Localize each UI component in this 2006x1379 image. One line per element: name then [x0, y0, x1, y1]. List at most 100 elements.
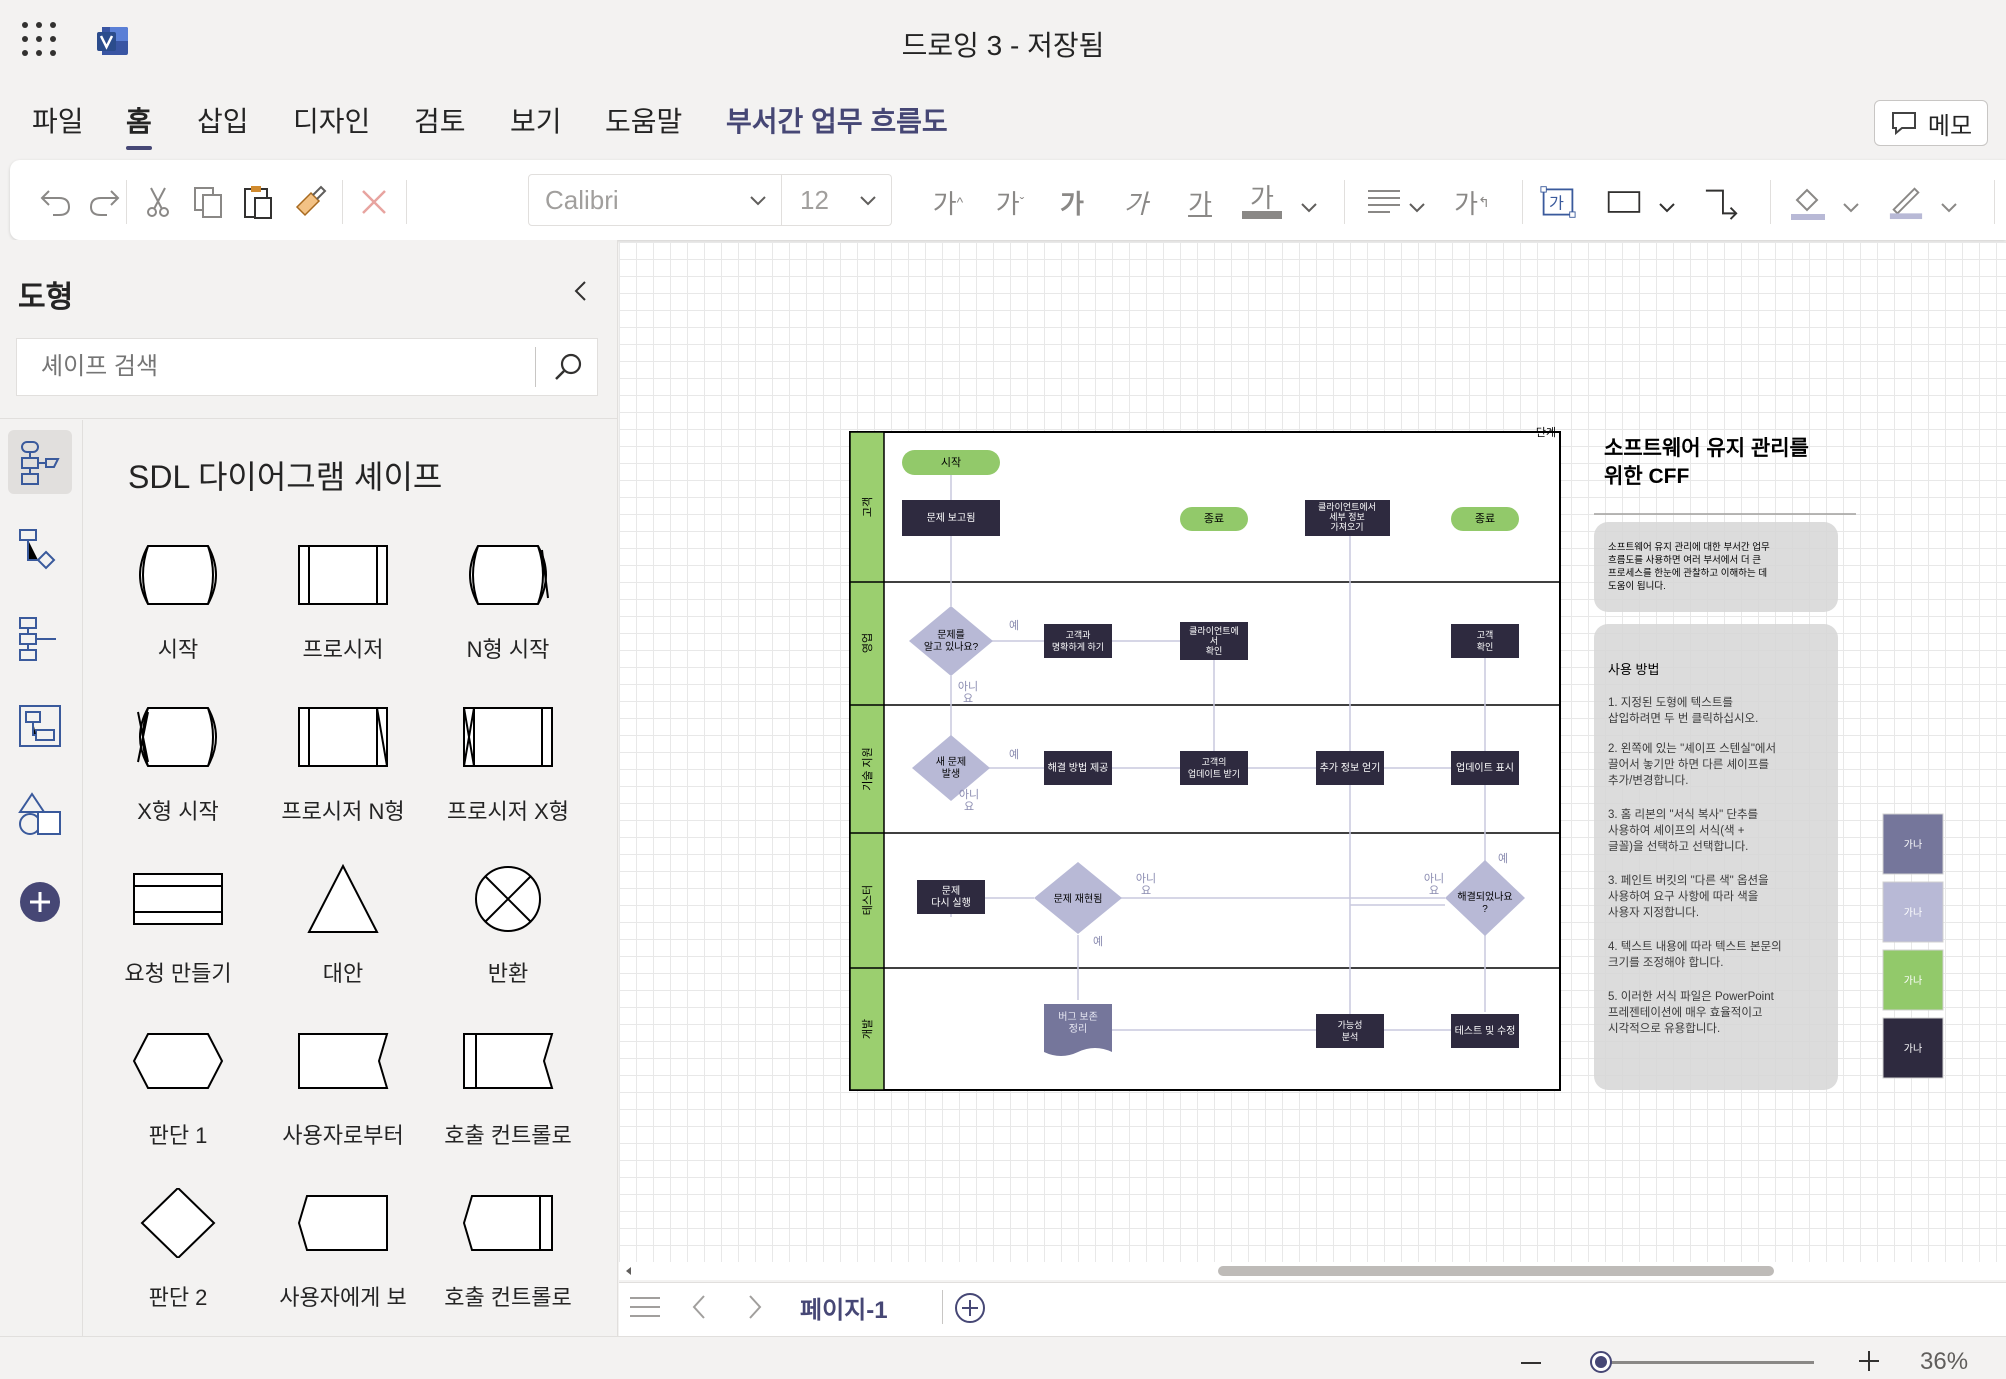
lane-label-tester: 테스터 [861, 885, 874, 915]
node-feasibility-line-2: 분석 [1342, 1032, 1359, 1042]
zoom-in-icon[interactable] [1856, 1348, 1882, 1374]
paste-icon[interactable] [240, 184, 276, 220]
shape-decision-1[interactable]: 판단 1 [98, 1026, 258, 1176]
drawing-canvas[interactable]: 단계 고객 영업 기술 지원 테스터 개발 시작 문제 보고됨 종료 클라이언트… [619, 242, 2006, 1276]
shape-x-start[interactable]: X형 시작 [98, 702, 258, 852]
lane-label-tech-support: 기술 지원 [861, 747, 874, 791]
increase-font-icon[interactable]: 가 ^ [926, 184, 970, 220]
edge-no-4-line-1: 아니 [1424, 872, 1444, 885]
font-family-select[interactable]: Calibri [528, 174, 782, 226]
tab-design[interactable]: 디자인 [293, 100, 370, 140]
add-stencil-icon[interactable] [8, 870, 72, 934]
tab-insert[interactable]: 삽입 [197, 100, 249, 140]
shape-return[interactable]: 반환 [428, 864, 588, 1014]
scroll-left-icon[interactable] [623, 1265, 635, 1277]
chevron-down-icon [750, 196, 766, 206]
line-color-icon[interactable] [1888, 184, 1924, 220]
node-fetch-line-3: 가져오기 [1330, 522, 1363, 532]
shape-search-input[interactable] [17, 339, 537, 395]
rectangle-shape-icon[interactable] [1606, 184, 1642, 220]
chevron-down-icon[interactable] [1406, 196, 1428, 218]
shape-call-control-2[interactable]: 호출 컨트롤로 [428, 1188, 588, 1338]
fill-bucket-icon[interactable] [1790, 184, 1826, 220]
flowchart-stencil-icon[interactable] [8, 518, 72, 582]
tab-view[interactable]: 보기 [510, 100, 562, 140]
shape-start[interactable]: 시작 [98, 540, 258, 690]
font-color-icon[interactable]: 가 [1242, 184, 1282, 220]
tab-cross-functional-flowchart[interactable]: 부서간 업무 흐름도 [726, 100, 948, 140]
shape-procedure[interactable]: 프로시저 [263, 540, 423, 690]
basic-shapes-icon[interactable] [8, 782, 72, 846]
process-stencil-icon[interactable] [8, 606, 72, 670]
shape-from-user[interactable]: 사용자로부터 [263, 1026, 423, 1176]
usage-step-6-line-1: 5. 이러한 서식 파일은 PowerPoint [1608, 989, 1775, 1003]
stencil-category-rail [0, 420, 83, 1336]
tab-review[interactable]: 검토 [414, 100, 466, 140]
next-page-icon[interactable] [740, 1292, 770, 1322]
node-issue-reported: 문제 보고됨 [927, 512, 976, 524]
node-client-confirm-line-3: 확인 [1206, 645, 1223, 656]
font-size-select[interactable]: 12 [782, 174, 892, 226]
redo-icon[interactable] [86, 184, 122, 220]
shape-decision-2[interactable]: 판단 2 [98, 1188, 258, 1338]
shape-search-box [16, 338, 598, 396]
underline-icon[interactable]: 가 [1182, 184, 1218, 220]
chevron-down-icon[interactable] [1298, 196, 1320, 218]
shape-label: N형 시작 [466, 637, 550, 662]
lane-label-sales: 영업 [861, 633, 874, 653]
text-direction-icon[interactable]: 가 ↰ [1450, 184, 1494, 220]
shape-n-start[interactable]: N형 시작 [428, 540, 588, 690]
sdl-stencil-icon[interactable] [8, 430, 72, 494]
connector-icon[interactable] [1704, 184, 1740, 220]
chevron-down-icon[interactable] [1938, 196, 1960, 218]
info-desc-line-2: 흐름도를 사용하면 여러 부서에서 더 큰 [1608, 554, 1761, 566]
usage-step-6-line-2: 프레젠테이션에 매우 효율적이고 [1608, 1006, 1763, 1019]
scrollbar-thumb[interactable] [1218, 1266, 1774, 1276]
comment-button[interactable]: 메모 [1874, 100, 1988, 146]
chevron-down-icon[interactable] [1656, 196, 1678, 218]
add-page-icon[interactable] [954, 1292, 986, 1324]
page-list-icon[interactable] [628, 1292, 662, 1322]
usage-step-3-line-1: 3. 홈 리본의 "서식 복사" 단추를 [1608, 807, 1758, 821]
align-icon[interactable] [1366, 184, 1402, 220]
copy-icon[interactable] [190, 184, 226, 220]
tab-help[interactable]: 도움말 [605, 100, 682, 140]
layout-stencil-icon[interactable] [8, 694, 72, 758]
collapse-panel-icon[interactable] [566, 276, 596, 306]
ribbon-toolbar: Calibri 12 가 ^ 가ˇ 가 가 가 가 가 ↰ 가 [10, 160, 2006, 240]
edge-yes-3: 예 [1093, 935, 1103, 948]
node-cust-confirm-line-2: 확인 [1477, 641, 1494, 652]
shape-call-control-1[interactable]: 호출 컨트롤로 [428, 1026, 588, 1176]
undo-icon[interactable] [38, 184, 74, 220]
cross-functional-flowchart: 단계 고객 영업 기술 지원 테스터 개발 시작 문제 보고됨 종료 클라이언트… [849, 426, 1944, 1091]
zoom-level[interactable]: 36% [1920, 1348, 1968, 1376]
comment-label: 메모 [1927, 112, 1973, 140]
chevron-down-icon[interactable] [1840, 196, 1862, 218]
node-end-2: 종료 [1475, 513, 1495, 525]
previous-page-icon[interactable] [684, 1292, 714, 1322]
usage-step-1-line-2: 삽입하려면 두 번 클릭하십시오. [1608, 711, 1758, 725]
decrease-font-icon[interactable]: 가ˇ [988, 184, 1032, 220]
bold-icon[interactable]: 가 [1054, 184, 1090, 220]
italic-icon[interactable]: 가 [1118, 184, 1154, 220]
shape-to-user[interactable]: 사용자에게 보 [263, 1188, 423, 1338]
node-get-update-line-2: 업데이트 받기 [1188, 769, 1240, 779]
search-icon[interactable] [553, 351, 585, 383]
tab-home[interactable]: 홈 [126, 100, 152, 140]
shape-procedure-n[interactable]: 프로시저 N형 [263, 702, 423, 852]
node-client-confirm-line-1: 클라이언트에 [1189, 625, 1239, 636]
status-bar [0, 1336, 2006, 1379]
comment-icon [1891, 112, 1916, 136]
zoom-slider-track[interactable] [1594, 1361, 1814, 1364]
shape-create-request[interactable]: 요청 만들기 [98, 864, 258, 1014]
text-block-icon[interactable]: 가 [1540, 184, 1576, 220]
zoom-out-icon[interactable] [1518, 1350, 1544, 1376]
shape-alternative[interactable]: 대안 [263, 864, 423, 1014]
page-tab[interactable]: 페이지-1 [800, 1290, 888, 1325]
shape-procedure-x[interactable]: 프로시저 X형 [428, 702, 588, 852]
delete-icon[interactable] [356, 184, 392, 220]
tab-file[interactable]: 파일 [32, 100, 84, 140]
format-painter-icon[interactable] [292, 184, 328, 220]
shape-label: X형 시작 [137, 799, 219, 824]
cut-icon[interactable] [140, 184, 176, 220]
